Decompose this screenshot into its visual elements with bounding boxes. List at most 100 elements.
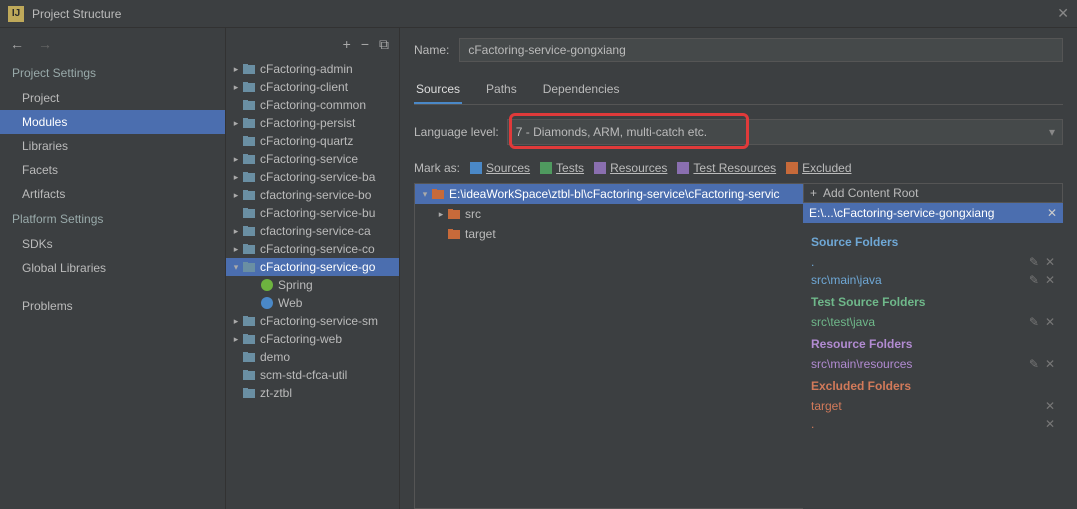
sidebar-item-artifacts[interactable]: Artifacts <box>0 182 225 206</box>
mark-as-label: Mark as: <box>414 161 460 175</box>
language-level-select[interactable]: 7 - Diamonds, ARM, multi-catch etc. <box>507 119 1063 145</box>
folder-icon <box>242 134 256 148</box>
edit-icon[interactable]: ✎ <box>1029 273 1039 287</box>
tab-sources[interactable]: Sources <box>414 76 462 104</box>
module-name-input[interactable] <box>459 38 1063 62</box>
sidebar-item-facets[interactable]: Facets <box>0 158 225 182</box>
tree-item-label: cfactoring-service-ca <box>260 224 371 238</box>
sidebar-item-libraries[interactable]: Libraries <box>0 134 225 158</box>
close-icon[interactable]: ✕ <box>1045 273 1055 287</box>
copy-icon[interactable]: ⧉ <box>379 36 389 53</box>
resource-folder-item[interactable]: src\main\resources <box>811 357 912 371</box>
source-folder-item[interactable]: src\main\java <box>811 273 882 287</box>
resource-folders-header: Resource Folders <box>811 337 1055 351</box>
module-detail-panel: Name: SourcesPathsDependencies Language … <box>400 28 1077 509</box>
expand-icon[interactable]: ▸ <box>230 172 242 183</box>
module-tree-item[interactable]: ▸cFactoring-web <box>226 330 399 348</box>
mark-excluded[interactable]: Excluded <box>786 161 851 175</box>
module-tree-item[interactable]: ▾ cFactoring-service-go <box>226 258 399 276</box>
name-label: Name: <box>414 43 449 57</box>
content-folder[interactable]: target <box>415 224 803 244</box>
module-tree-item[interactable]: demo <box>226 348 399 366</box>
module-tree-item[interactable]: ▸ cfactoring-service-bo <box>226 186 399 204</box>
close-icon[interactable]: ✕ <box>1045 399 1055 413</box>
module-tree-item[interactable]: ▸ cFactoring-service-sm <box>226 312 399 330</box>
expand-icon[interactable]: ▸ <box>230 316 242 327</box>
tab-dependencies[interactable]: Dependencies <box>541 76 622 104</box>
module-tree-item[interactable]: zt-ztbl <box>226 384 399 402</box>
module-tree-child[interactable]: Spring <box>226 276 399 294</box>
expand-icon[interactable]: ▸ <box>435 209 447 220</box>
folder-icon <box>786 162 798 174</box>
folder-icon <box>594 162 606 174</box>
mark-test-resources[interactable]: Test Resources <box>677 161 776 175</box>
remove-icon[interactable]: − <box>361 36 369 52</box>
module-tree-item[interactable]: ▸cFactoring-persist <box>226 114 399 132</box>
module-tree-item[interactable]: ▸cFactoring-admin <box>226 60 399 78</box>
tree-item-label: Web <box>278 296 302 310</box>
tree-item-label: cFactoring-service-go <box>260 260 375 274</box>
content-root-tree: ▾ E:\ideaWorkSpace\ztbl-bl\cFactoring-se… <box>414 183 803 509</box>
content-folder[interactable]: ▸src <box>415 204 803 224</box>
close-icon[interactable]: ✕ <box>1045 315 1055 329</box>
tree-item-label: cFactoring-service-sm <box>260 314 378 328</box>
expand-icon[interactable]: ▸ <box>230 334 242 345</box>
expand-icon[interactable]: ▸ <box>230 244 242 255</box>
excluded-folder-item[interactable]: target <box>811 399 842 413</box>
sidebar-item-sdks[interactable]: SDKs <box>0 232 225 256</box>
module-tree-item[interactable]: ▸ cFactoring-service <box>226 150 399 168</box>
content-root-short[interactable]: E:\...\cFactoring-service-gongxiang ✕ <box>803 203 1063 223</box>
edit-icon[interactable]: ✎ <box>1029 357 1039 371</box>
expand-icon[interactable]: ▸ <box>230 64 242 75</box>
module-tree-item[interactable]: scm-std-cfca-util <box>226 366 399 384</box>
add-content-root-button[interactable]: + Add Content Root <box>803 183 1063 203</box>
expand-icon[interactable]: ▸ <box>230 190 242 201</box>
module-tree-item[interactable]: ▸cFactoring-service-ba <box>226 168 399 186</box>
close-icon[interactable]: ✕ <box>1045 255 1055 269</box>
platform-settings-header: Platform Settings <box>0 206 225 232</box>
expand-icon[interactable]: ▾ <box>230 262 242 273</box>
forward-icon[interactable]: → <box>38 36 52 52</box>
close-icon[interactable]: ✕ <box>1045 417 1055 431</box>
back-icon[interactable]: ← <box>10 36 24 52</box>
mark-sources[interactable]: Sources <box>470 161 530 175</box>
folder-icon <box>242 170 256 184</box>
module-tree-child[interactable]: Web <box>226 294 399 312</box>
folder-icon <box>242 314 256 328</box>
edit-icon[interactable]: ✎ <box>1029 255 1039 269</box>
expand-icon[interactable]: ▸ <box>230 226 242 237</box>
sidebar-item-project[interactable]: Project <box>0 86 225 110</box>
expand-icon[interactable]: ▸ <box>230 154 242 165</box>
folder-icon <box>242 368 256 382</box>
module-tree-item[interactable]: ▸cFactoring-service-co <box>226 240 399 258</box>
module-tree-item[interactable]: cFactoring-service-bu <box>226 204 399 222</box>
content-root-path[interactable]: ▾ E:\ideaWorkSpace\ztbl-bl\cFactoring-se… <box>415 184 803 204</box>
folder-icon <box>447 207 461 221</box>
folder-icon <box>677 162 689 174</box>
close-icon[interactable]: ✕ <box>1057 5 1069 22</box>
mark-tests[interactable]: Tests <box>540 161 584 175</box>
project-settings-header: Project Settings <box>0 60 225 86</box>
folder-icon <box>242 152 256 166</box>
window-title: Project Structure <box>32 7 1057 21</box>
sidebar-item-global-libraries[interactable]: Global Libraries <box>0 256 225 280</box>
folder-icon <box>242 206 256 220</box>
sidebar-item-modules[interactable]: Modules <box>0 110 225 134</box>
tree-item-label: cfactoring-service-bo <box>260 188 371 202</box>
close-icon[interactable]: ✕ <box>1047 206 1057 220</box>
expand-icon[interactable]: ▸ <box>230 82 242 93</box>
expand-icon[interactable]: ▸ <box>230 118 242 129</box>
edit-icon[interactable]: ✎ <box>1029 315 1039 329</box>
tree-item-label: cFactoring-service <box>260 152 358 166</box>
module-tree-item[interactable]: ▸cFactoring-client <box>226 78 399 96</box>
module-tree-item[interactable]: cFactoring-common <box>226 96 399 114</box>
tab-paths[interactable]: Paths <box>484 76 519 104</box>
module-tree-item[interactable]: ▸ cfactoring-service-ca <box>226 222 399 240</box>
close-icon[interactable]: ✕ <box>1045 357 1055 371</box>
sidebar-item-problems[interactable]: Problems <box>0 294 225 318</box>
mark-resources[interactable]: Resources <box>594 161 667 175</box>
add-icon[interactable]: + <box>343 36 351 52</box>
module-tree-item[interactable]: cFactoring-quartz <box>226 132 399 150</box>
tree-item-label: cFactoring-service-bu <box>260 206 375 220</box>
test-folder-item[interactable]: src\test\java <box>811 315 875 329</box>
